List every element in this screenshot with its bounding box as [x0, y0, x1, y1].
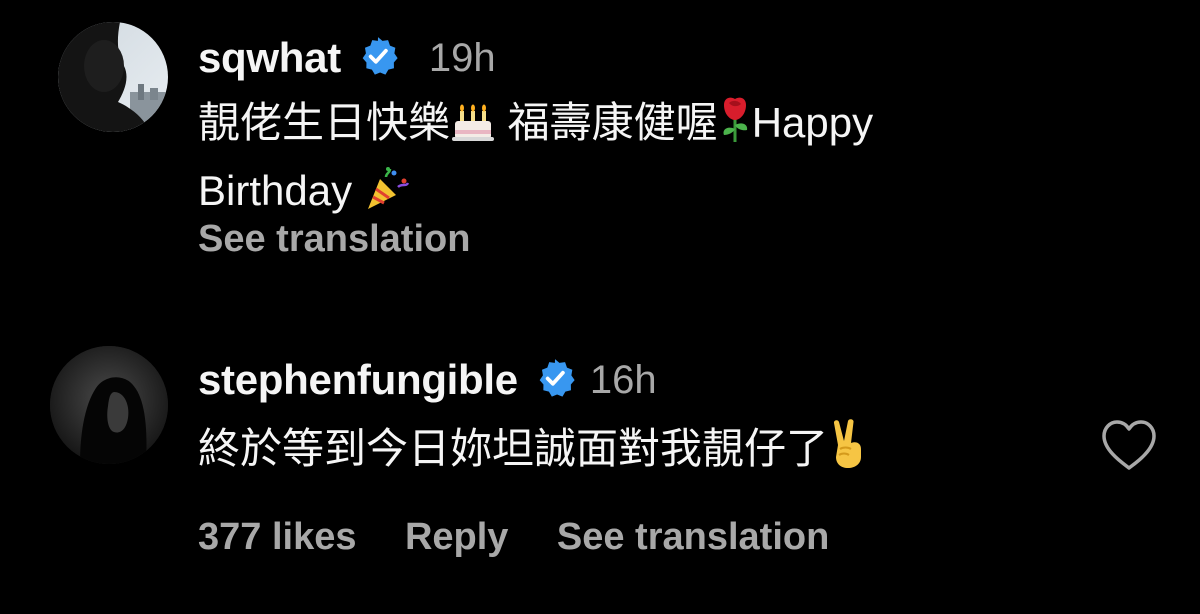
see-translation-link[interactable]: See translation [557, 516, 829, 558]
avatar-sqwhat[interactable] [58, 22, 168, 132]
likes-count[interactable]: 377 likes [198, 516, 356, 558]
username[interactable]: sqwhat [198, 34, 341, 82]
heart-outline-icon[interactable] [1100, 418, 1158, 477]
comment-text-part: Birthday [198, 167, 364, 214]
comment-header: stephenfungible 16h [198, 352, 657, 408]
comment-actions: 377 likes Reply See translation [198, 516, 829, 559]
birthday-cake-icon [450, 98, 496, 160]
comment-text-part: 終於等到今日妳坦誠面對我靚仔了 [198, 425, 829, 472]
verified-badge-icon [534, 357, 576, 404]
username[interactable]: stephenfungible [198, 356, 518, 404]
comment-header: sqwhat 19h [198, 30, 496, 86]
timestamp: 16h [589, 357, 657, 402]
comment-text: 靚佬生日快樂 福壽康健喔 Happy Birthday [198, 92, 1098, 228]
see-translation-link[interactable]: See translation [198, 218, 470, 261]
reply-button[interactable]: Reply [405, 516, 508, 558]
timestamp: 19h [428, 35, 496, 80]
comment-text-part: 福壽康健喔 [496, 99, 718, 146]
verified-badge-icon [357, 35, 399, 82]
avatar-stephenfungible[interactable] [50, 346, 168, 464]
comment-text-part: Happy [751, 99, 874, 146]
comment-text-part: 靚佬生日快樂 [198, 99, 451, 146]
comment-stephenfungible: stephenfungible 16h 終於等到今日妳坦誠面對我靚仔了 377 … [0, 320, 1200, 614]
comment-text: 終於等到今日妳坦誠面對我靚仔了 [198, 418, 868, 486]
comment-sqwhat: sqwhat 19h 靚佬生日快樂 福壽康健喔 Happy Birthday S… [0, 0, 1200, 300]
victory-hand-icon [828, 419, 868, 486]
rose-icon [718, 95, 752, 160]
